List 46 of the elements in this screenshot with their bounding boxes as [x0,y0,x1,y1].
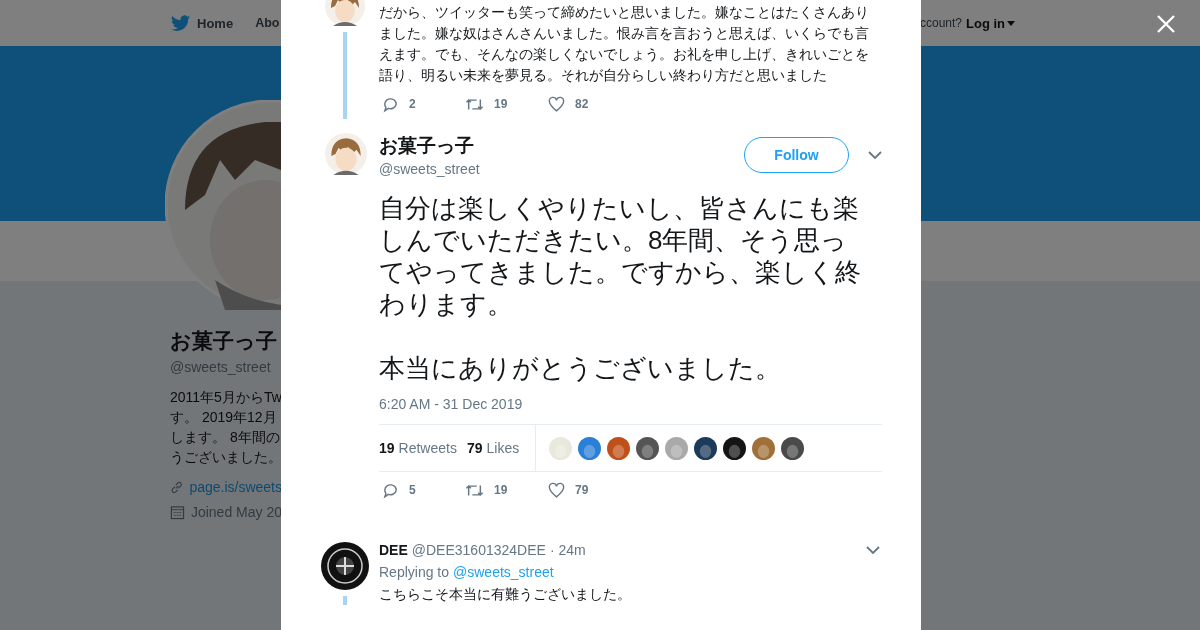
tweet-time[interactable]: 24m [558,542,586,558]
tweet-time: 6:20 AM - 31 Dec 2019 [379,396,524,412]
user-handle: @sweets_street [379,161,481,177]
bio-line: 2011年5月からTw [170,388,282,407]
chevron-icon[interactable] [866,545,880,555]
follow-button[interactable]: Follow [744,137,849,173]
like-count: 82 [575,97,589,111]
retweet-count: 19 [494,97,508,111]
reply-count: 5 [409,483,416,497]
like-count: 79 [466,440,483,456]
bio-line: します。 8年間の [170,428,281,447]
joined-date: Joined May 20 [190,504,282,520]
profile-handle: @sweets_street [170,359,272,375]
likes-label[interactable]: Likes [486,440,520,456]
calendar-icon [170,504,185,520]
bio-line: うございました。 [170,448,282,467]
chevron-icon[interactable] [868,150,882,160]
user-handle: @DEE31601324DEE [411,542,546,558]
like-count: 79 [575,483,589,497]
about-link[interactable]: Abo [255,16,280,30]
profile-link[interactable]: page.is/sweets [189,479,282,495]
tweet-text-line: こちらこそ本当に有難うございました。 [379,585,632,604]
close-icon[interactable] [1157,15,1175,33]
profile-name: お菓子っ子 [170,328,278,354]
account-prompt: ccount? [919,16,962,30]
reply-icon[interactable] [382,95,399,113]
mention-link[interactable]: @sweets_street [453,564,554,580]
caret-icon [1007,20,1015,26]
retweets-label[interactable]: Retweets [398,440,457,456]
heart-icon[interactable] [548,95,565,113]
home-link[interactable]: Home [197,15,234,31]
tweet-paragraph: 自分は楽しくやりたいし、皆さんにも楽しんでいただきたい。8年間、そう思ってやってきました。ですから、楽しく終わります。 [379,192,862,320]
bio-line: す。 2019年12月 [170,408,278,427]
reply-icon[interactable] [382,481,399,499]
reply-count: 2 [409,97,416,111]
replying-label: Replying to [379,564,450,580]
user-name: お菓子っ子 [379,134,475,158]
tweet-paragraph: 本当にありがとうございました。 [379,352,782,384]
link-icon [170,479,184,495]
tweet-text: だから、ツイッターも笑って締めたいと思いました。嫌なことはたくさんありました。嫌な奴はさんさんいました。恨み言を言おうと思えば、いくらでも言えます。でも、そんなの楽しくないでしょう。お礼を申し上げ、きれいごとを語り、明るい未来を夢見る。それが自分らしい終わり方だと思いました [379,3,870,85]
user-name: DEE [379,542,408,558]
separator: · [549,542,555,558]
retweet-count: 19 [494,483,508,497]
login-link[interactable]: Log in [966,15,1015,31]
heart-icon[interactable] [548,481,565,499]
retweet-count: 19 [379,440,395,456]
